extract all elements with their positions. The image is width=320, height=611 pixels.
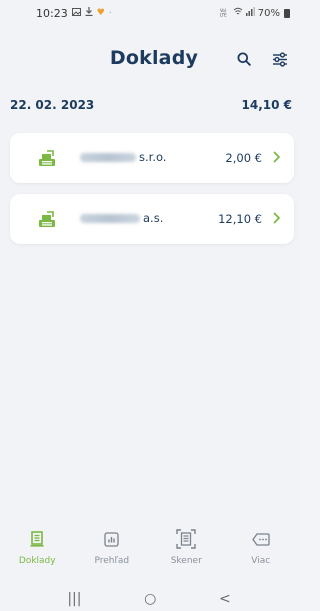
status-left: 10:23 ♥ ·: [36, 7, 112, 20]
battery-icon: [284, 8, 290, 18]
nav-label: Viac: [251, 556, 271, 566]
search-button[interactable]: [233, 48, 255, 70]
receipt-icon: [30, 531, 44, 547]
recent-apps-button[interactable]: |||: [67, 591, 81, 607]
receipt-card[interactable]: s.r.o. 2,00 €: [10, 133, 294, 183]
scanner-icon: [176, 529, 196, 549]
status-time: 10:23: [36, 6, 68, 20]
chevron-right-icon: [273, 212, 280, 224]
receipt-stack-icon: [39, 150, 55, 166]
receipt-card[interactable]: a.s. 12,10 €: [10, 194, 294, 244]
date-label: 22. 02. 2023: [10, 98, 95, 112]
status-right: Vo) LTE 70%: [220, 7, 290, 19]
date-total: 14,10 €: [241, 98, 292, 112]
home-button[interactable]: ○: [144, 591, 156, 607]
nav-tab-prehlad[interactable]: Prehľad: [82, 528, 142, 574]
download-notification-icon: [85, 7, 93, 19]
bottom-navigation: Doklady Prehľad Skener Viac: [0, 528, 298, 574]
status-bar: 10:23 ♥ · Vo) LTE 70%: [0, 0, 298, 26]
app-header: Doklady: [0, 40, 298, 76]
merchant-suffix: a.s.: [143, 211, 164, 225]
merchant-name-redacted: [80, 152, 136, 162]
chart-icon: [104, 531, 119, 547]
page-title: Doklady: [109, 47, 199, 69]
nav-label: Doklady: [18, 556, 56, 566]
nav-tab-doklady[interactable]: Doklady: [7, 528, 67, 574]
app-screen: 10:23 ♥ · Vo) LTE 70% Doklady 22. 02. 20…: [0, 0, 298, 611]
more-icon: [251, 532, 270, 546]
app-notification-icon: ♥: [96, 8, 105, 18]
chevron-right-icon: [273, 151, 280, 163]
receipt-stack-icon: [39, 211, 55, 227]
gallery-notification-icon: [71, 7, 81, 19]
more-notifications-dot-icon: ·: [108, 7, 112, 19]
merchant-name: s.r.o.: [80, 150, 166, 164]
merchant-suffix: s.r.o.: [139, 150, 167, 164]
nav-tab-viac[interactable]: Viac: [231, 528, 291, 574]
receipt-amount: 12,10 €: [218, 212, 262, 226]
merchant-name: a.s.: [80, 211, 163, 225]
signal-icon: [245, 7, 255, 19]
system-navigation-bar: ||| ○ <: [0, 587, 298, 611]
battery-percent: 70%: [257, 7, 280, 19]
back-button[interactable]: <: [219, 591, 231, 607]
nav-tab-skener[interactable]: Skener: [156, 528, 216, 574]
filter-button[interactable]: [269, 48, 291, 70]
nav-label: Prehľad: [94, 556, 130, 566]
merchant-name-redacted: [80, 213, 140, 223]
search-icon: [237, 52, 251, 66]
wifi-icon: [233, 7, 243, 19]
volte-icon: Vo) LTE: [220, 8, 230, 19]
svg-text:LTE: LTE: [220, 12, 227, 17]
nav-label: Skener: [170, 556, 202, 566]
date-group-header: 22. 02. 2023 14,10 €: [10, 98, 292, 112]
sliders-icon: [273, 51, 287, 67]
receipt-amount: 2,00 €: [225, 151, 262, 165]
